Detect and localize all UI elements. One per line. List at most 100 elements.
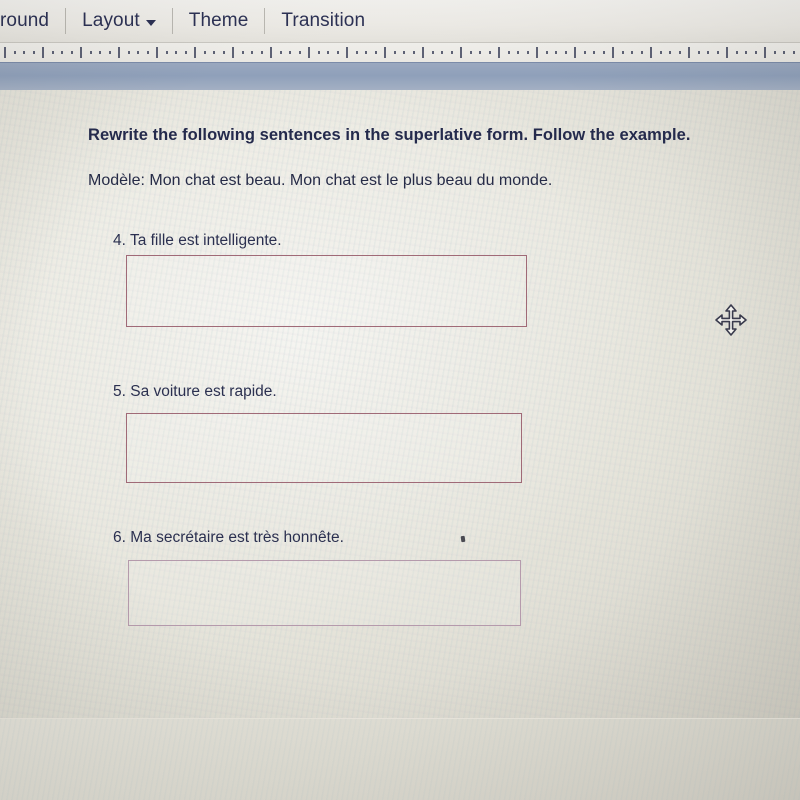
chevron-down-icon[interactable] bbox=[145, 20, 156, 26]
question-label-4: 4. Ta fille est intelligente. bbox=[113, 232, 282, 249]
theme-tab-label: Theme bbox=[188, 10, 249, 31]
ruler-major-tick bbox=[688, 47, 690, 58]
ruler-minor-tick bbox=[698, 51, 700, 54]
ruler-minor-tick bbox=[707, 51, 709, 54]
ruler-minor-tick bbox=[774, 51, 776, 54]
answer-box-5[interactable] bbox=[126, 413, 522, 483]
toolbar-tab-list: round Layout Theme Transition bbox=[0, 0, 381, 42]
layout-tab[interactable]: Layout bbox=[66, 0, 172, 42]
ruler-minor-tick bbox=[736, 51, 738, 54]
ruler-major-tick bbox=[232, 47, 234, 58]
ruler-minor-tick bbox=[527, 51, 529, 54]
answer-box-6[interactable] bbox=[128, 560, 521, 626]
question-label-6: 6. Ma secrétaire est très honnête. bbox=[113, 529, 344, 546]
ruler-major-tick bbox=[612, 47, 614, 58]
ruler-minor-tick bbox=[365, 51, 367, 54]
ruler-minor-tick bbox=[261, 51, 263, 54]
ruler-minor-tick bbox=[660, 51, 662, 54]
ruler-major-tick bbox=[80, 47, 82, 58]
ruler-minor-tick bbox=[166, 51, 168, 54]
ruler-minor-tick bbox=[33, 51, 35, 54]
background-tab[interactable]: round bbox=[0, 0, 65, 42]
ruler-major-tick bbox=[536, 47, 538, 58]
ruler-minor-tick bbox=[489, 51, 491, 54]
ruler-minor-tick bbox=[441, 51, 443, 54]
toolbar: round Layout Theme Transition bbox=[0, 0, 800, 42]
ruler-minor-tick bbox=[470, 51, 472, 54]
ruler-minor-tick bbox=[213, 51, 215, 54]
ruler-minor-tick bbox=[99, 51, 101, 54]
ruler-minor-tick bbox=[23, 51, 25, 54]
ruler-major-tick bbox=[650, 47, 652, 58]
ruler-minor-tick bbox=[631, 51, 633, 54]
ruler-minor-tick bbox=[251, 51, 253, 54]
ruler-major-tick bbox=[42, 47, 44, 58]
ruler-minor-tick bbox=[299, 51, 301, 54]
ruler-minor-tick bbox=[394, 51, 396, 54]
ruler-minor-tick bbox=[356, 51, 358, 54]
ruler-major-tick bbox=[308, 47, 310, 58]
ruler-major-tick bbox=[384, 47, 386, 58]
ruler-minor-tick bbox=[280, 51, 282, 54]
background-tab-label: round bbox=[0, 10, 50, 31]
move-cursor-icon bbox=[714, 303, 748, 337]
ruler-minor-tick bbox=[109, 51, 111, 54]
ruler-minor-tick bbox=[223, 51, 225, 54]
ruler-minor-tick bbox=[327, 51, 329, 54]
ruler-minor-tick bbox=[432, 51, 434, 54]
ruler-minor-tick bbox=[603, 51, 605, 54]
ruler-major-tick bbox=[4, 47, 6, 58]
slide-canvas[interactable]: Rewrite the following sentences in the s… bbox=[0, 90, 800, 718]
ruler-minor-tick bbox=[451, 51, 453, 54]
ruler-minor-tick bbox=[584, 51, 586, 54]
ruler-minor-tick bbox=[755, 51, 757, 54]
ruler-minor-tick bbox=[717, 51, 719, 54]
ruler-minor-tick bbox=[137, 51, 139, 54]
transition-tab-label: Transition bbox=[281, 10, 366, 31]
ruler-major-tick bbox=[764, 47, 766, 58]
ruler-minor-tick bbox=[641, 51, 643, 54]
ruler-minor-tick bbox=[793, 51, 795, 54]
slide-content: Rewrite the following sentences in the s… bbox=[0, 90, 800, 718]
stray-mark bbox=[460, 535, 466, 543]
ruler-minor-tick bbox=[745, 51, 747, 54]
ruler-minor-tick bbox=[61, 51, 63, 54]
ruler-major-tick bbox=[118, 47, 120, 58]
workspace-below-slide bbox=[0, 719, 800, 800]
ruler-major-tick bbox=[194, 47, 196, 58]
ruler-minor-tick bbox=[375, 51, 377, 54]
ruler-minor-tick bbox=[71, 51, 73, 54]
ruler-minor-tick bbox=[204, 51, 206, 54]
ruler-minor-tick bbox=[555, 51, 557, 54]
example-line: Modèle: Mon chat est beau. Mon chat est … bbox=[88, 172, 553, 189]
horizontal-ruler[interactable] bbox=[0, 42, 800, 63]
ruler-minor-tick bbox=[403, 51, 405, 54]
ruler-major-tick bbox=[460, 47, 462, 58]
ruler-minor-tick bbox=[517, 51, 519, 54]
ruler-minor-tick bbox=[337, 51, 339, 54]
answer-box-4[interactable] bbox=[126, 255, 527, 327]
ruler-major-tick bbox=[422, 47, 424, 58]
ruler-major-tick bbox=[726, 47, 728, 58]
ruler-minor-tick bbox=[783, 51, 785, 54]
ruler-minor-tick bbox=[593, 51, 595, 54]
ruler-minor-tick bbox=[679, 51, 681, 54]
ruler-minor-tick bbox=[242, 51, 244, 54]
ruler-ticks bbox=[0, 43, 800, 63]
transition-tab[interactable]: Transition bbox=[265, 0, 381, 42]
ruler-minor-tick bbox=[90, 51, 92, 54]
ruler-major-tick bbox=[574, 47, 576, 58]
ruler-major-tick bbox=[270, 47, 272, 58]
ruler-minor-tick bbox=[565, 51, 567, 54]
ruler-minor-tick bbox=[14, 51, 16, 54]
ruler-minor-tick bbox=[52, 51, 54, 54]
slide-header-band bbox=[0, 62, 800, 92]
question-label-5: 5. Sa voiture est rapide. bbox=[113, 383, 277, 400]
ruler-minor-tick bbox=[185, 51, 187, 54]
ruler-minor-tick bbox=[147, 51, 149, 54]
ruler-major-tick bbox=[498, 47, 500, 58]
ruler-minor-tick bbox=[175, 51, 177, 54]
instructions-heading: Rewrite the following sentences in the s… bbox=[88, 126, 691, 144]
theme-tab[interactable]: Theme bbox=[173, 0, 265, 42]
ruler-minor-tick bbox=[289, 51, 291, 54]
